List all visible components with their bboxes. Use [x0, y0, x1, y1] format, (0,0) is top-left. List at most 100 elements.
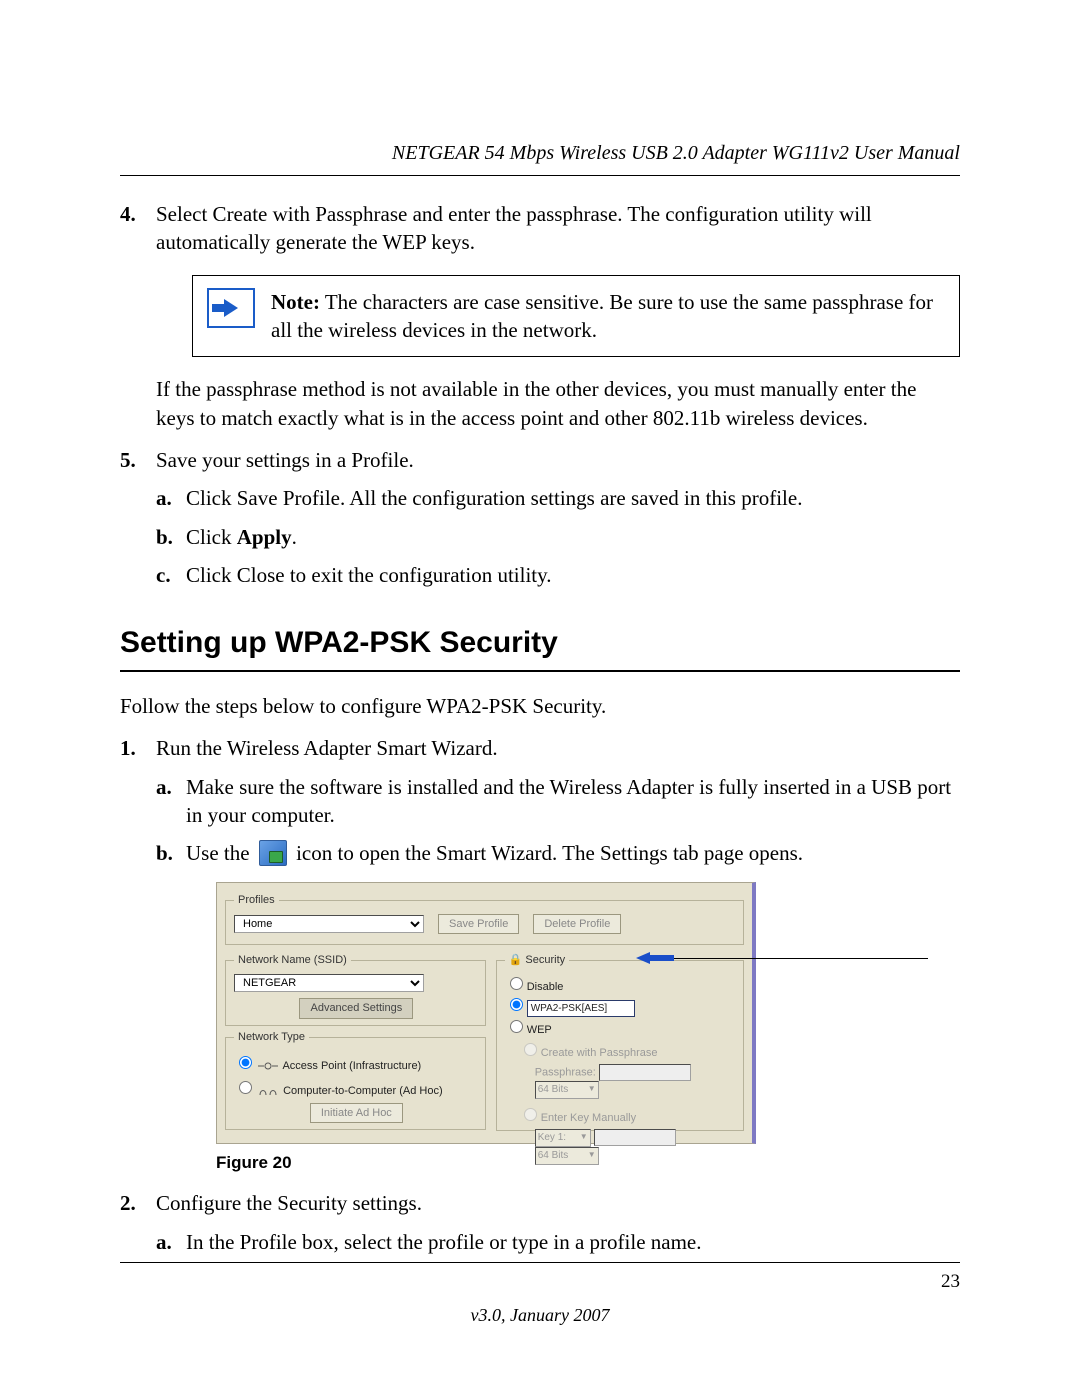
- step-5a: a. Click Save Profile. All the configura…: [156, 484, 960, 512]
- wpa2-field[interactable]: WPA2-PSK[AES]: [527, 1000, 635, 1017]
- step-5-text: Save your settings in a Profile.: [156, 448, 414, 472]
- step-5-substeps: a. Click Save Profile. All the configura…: [156, 484, 960, 589]
- step-5a-text: Click Save Profile. All the configuratio…: [186, 486, 802, 510]
- chevron-down-icon: ▼: [588, 1150, 596, 1161]
- running-head: NETGEAR 54 Mbps Wireless USB 2.0 Adapter…: [120, 140, 960, 167]
- wpa2-step-2: 2. Configure the Security settings. a. I…: [120, 1189, 960, 1256]
- step-5c: c. Click Close to exit the configuration…: [156, 561, 960, 589]
- step-5c-marker: c.: [156, 561, 182, 589]
- step-5: 5. Save your settings in a Profile. a. C…: [120, 446, 960, 589]
- key-select-value: Key 1:: [538, 1131, 566, 1145]
- security-fieldset: 🔒Security Disable WPA2-PSK[AES] WEP Crea…: [496, 953, 744, 1131]
- step-5b-apply: Apply: [237, 525, 292, 549]
- profiles-fieldset: Profiles Home Save Profile Delete Profil…: [225, 893, 744, 946]
- step-5b-suffix: .: [292, 525, 297, 549]
- passphrase-bits-select: 64 Bits ▼: [535, 1081, 599, 1099]
- note-arrow-icon: [207, 288, 255, 328]
- section-intro: Follow the steps below to configure WPA2…: [120, 692, 960, 720]
- manual-page: NETGEAR 54 Mbps Wireless USB 2.0 Adapter…: [0, 0, 1080, 1397]
- callout-line: [648, 958, 928, 959]
- ap-label: Access Point (Infrastructure): [282, 1060, 421, 1072]
- ap-icon: [256, 1059, 280, 1073]
- create-passphrase-label: Create with Passphrase: [541, 1047, 658, 1059]
- disable-label: Disable: [527, 981, 564, 993]
- step-5b-prefix: Click: [186, 525, 237, 549]
- step-5-marker: 5.: [120, 446, 150, 474]
- ssid-select[interactable]: NETGEAR: [234, 974, 424, 992]
- page-number: 23: [120, 1269, 960, 1295]
- initiate-adhoc-button[interactable]: Initiate Ad Hoc: [310, 1103, 403, 1124]
- ssid-legend: Network Name (SSID): [234, 953, 351, 968]
- wpa2-step-1: 1. Run the Wireless Adapter Smart Wizard…: [120, 734, 960, 1175]
- lock-icon: 🔒: [509, 954, 523, 966]
- create-passphrase-radio: [524, 1043, 537, 1056]
- smart-wizard-icon: [259, 840, 287, 866]
- wpa2-radio[interactable]: [510, 998, 523, 1011]
- wpa2-step-1b: b. Use the icon to open the Smart Wizard…: [156, 839, 960, 1175]
- step-4: 4. Select Create with Passphrase and ent…: [120, 200, 960, 432]
- disable-radio[interactable]: [510, 977, 523, 990]
- network-type-fieldset: Network Type Access Point (Infrastructur…: [225, 1030, 486, 1130]
- wpa2-step-1-text: Run the Wireless Adapter Smart Wizard.: [156, 736, 498, 760]
- page-footer: 23 v3.0, January 2007: [120, 1252, 960, 1327]
- callout-arrow-icon: [636, 952, 650, 964]
- lower-row: Network Name (SSID) NETGEAR Advanced Set…: [225, 949, 744, 1135]
- wep-radio[interactable]: [510, 1020, 523, 1033]
- profile-select[interactable]: Home: [234, 915, 424, 933]
- section-rule: [120, 670, 960, 672]
- section-heading: Setting up WPA2-PSK Security: [120, 623, 960, 664]
- ssid-fieldset: Network Name (SSID) NETGEAR Advanced Set…: [225, 953, 486, 1026]
- key-input: [594, 1129, 676, 1146]
- enter-key-label: Enter Key Manually: [541, 1112, 636, 1124]
- advanced-settings-button[interactable]: Advanced Settings: [299, 998, 413, 1019]
- step-4-marker: 4.: [120, 200, 150, 228]
- wpa2-step-1-marker: 1.: [120, 734, 150, 762]
- security-legend: 🔒Security: [505, 953, 569, 968]
- steps-list-continued: 4. Select Create with Passphrase and ent…: [120, 200, 960, 589]
- key-bits-value: 64 Bits: [538, 1149, 569, 1163]
- wpa2-step-1a-marker: a.: [156, 773, 182, 801]
- note-label: Note:: [271, 290, 320, 314]
- step-5c-text: Click Close to exit the configuration ut…: [186, 563, 552, 587]
- enter-key-radio: [524, 1108, 537, 1121]
- wpa2-step-1b-suffix: icon to open the Smart Wizard. The Setti…: [296, 841, 803, 865]
- chevron-down-icon: ▼: [580, 1132, 588, 1143]
- chevron-down-icon: ▼: [588, 1084, 596, 1095]
- delete-profile-button[interactable]: Delete Profile: [533, 914, 621, 935]
- figure-20-wrapper: Profiles Home Save Profile Delete Profil…: [216, 882, 960, 1145]
- footer-rule: [120, 1262, 960, 1263]
- network-type-legend: Network Type: [234, 1030, 309, 1045]
- smart-wizard-screenshot: Profiles Home Save Profile Delete Profil…: [216, 882, 756, 1145]
- adhoc-label: Computer-to-Computer (Ad Hoc): [283, 1085, 443, 1097]
- version-line: v3.0, January 2007: [120, 1303, 960, 1327]
- wpa2-step-2-text: Configure the Security settings.: [156, 1191, 422, 1215]
- passphrase-label: Passphrase:: [535, 1066, 596, 1078]
- wpa2-step-1a-text: Make sure the software is installed and …: [186, 775, 951, 827]
- save-profile-button[interactable]: Save Profile: [438, 914, 519, 935]
- key-bits-select: 64 Bits ▼: [535, 1147, 599, 1165]
- passphrase-input: [599, 1064, 691, 1081]
- wpa2-step-1a: a. Make sure the software is installed a…: [156, 773, 960, 830]
- wep-label: WEP: [527, 1024, 552, 1036]
- header-rule: [120, 175, 960, 176]
- security-legend-text: Security: [525, 954, 565, 966]
- wpa2-step-1-substeps: a. Make sure the software is installed a…: [156, 773, 960, 1176]
- step-5b-marker: b.: [156, 523, 182, 551]
- step-4-text: Select Create with Passphrase and enter …: [156, 202, 872, 254]
- profiles-legend: Profiles: [234, 893, 279, 908]
- adhoc-icon: [256, 1084, 280, 1098]
- step-5a-marker: a.: [156, 484, 182, 512]
- passphrase-bits-value: 64 Bits: [538, 1083, 569, 1097]
- wpa2-step-1b-prefix: Use the: [186, 841, 255, 865]
- step-5b: b. Click Apply.: [156, 523, 960, 551]
- wpa2-step-1b-marker: b.: [156, 839, 182, 867]
- wpa2-step-2-marker: 2.: [120, 1189, 150, 1217]
- ap-radio[interactable]: [239, 1056, 252, 1069]
- wpa2-steps: 1. Run the Wireless Adapter Smart Wizard…: [120, 734, 960, 1256]
- step-4-after-note: If the passphrase method is not availabl…: [156, 375, 960, 432]
- note-box: Note: The characters are case sensitive.…: [192, 275, 960, 358]
- note-body: The characters are case sensitive. Be su…: [271, 290, 933, 342]
- note-text: Note: The characters are case sensitive.…: [271, 288, 941, 345]
- key-select: Key 1: ▼: [535, 1129, 591, 1147]
- adhoc-radio[interactable]: [239, 1081, 252, 1094]
